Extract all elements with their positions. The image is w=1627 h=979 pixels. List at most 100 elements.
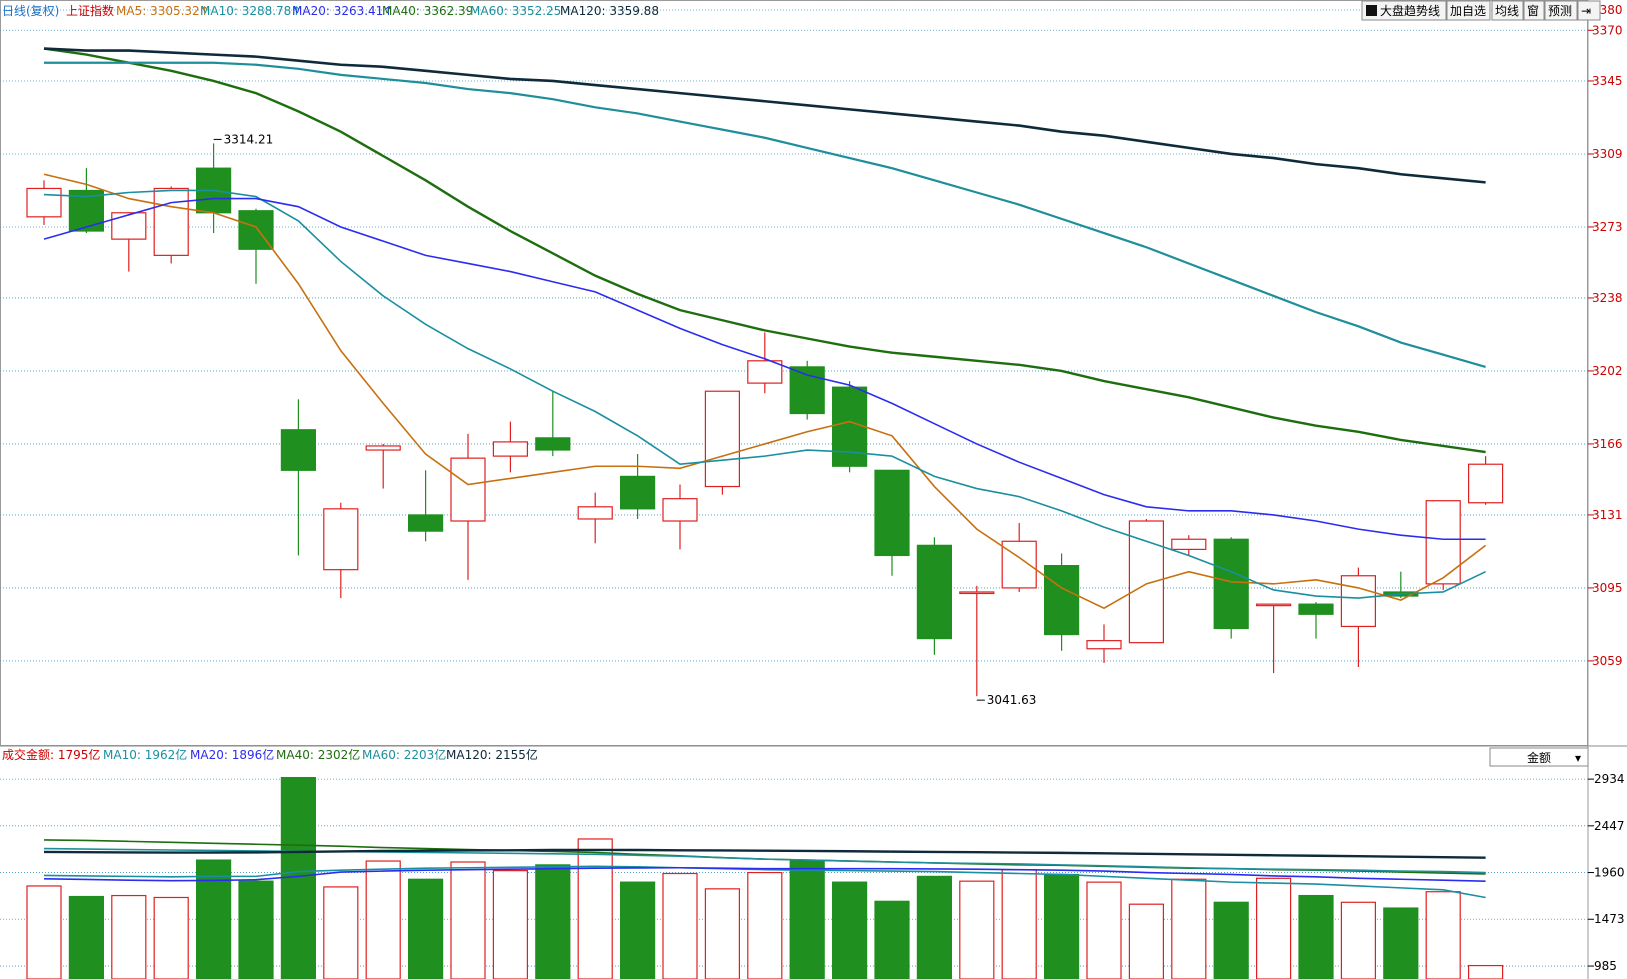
candle-up (704, 390, 741, 495)
volume-legend-ma40: MA40: 2302亿 (276, 747, 360, 762)
candle-down (408, 470, 444, 542)
volume-bar-down (535, 864, 571, 979)
volume-bar-down (68, 895, 105, 979)
add-favorite-label: 加自选 (1450, 4, 1486, 18)
candle-down (238, 208, 274, 284)
candle-down (196, 143, 232, 234)
volume-bar-up (111, 894, 147, 979)
legend-ma40: MA40: 3362.39 (382, 4, 473, 18)
price-tick-label: 3370 (1592, 23, 1623, 37)
volume-bar-up (1086, 881, 1122, 979)
volume-bar-down (1213, 901, 1249, 979)
volume-bar-up (1128, 903, 1165, 979)
candle-body (323, 508, 359, 571)
chevron-down-icon: ▾ (1575, 751, 1581, 765)
ma-button-label: 均线 (1495, 4, 1519, 18)
candle-body (916, 544, 953, 640)
volume-bar-up (1467, 964, 1504, 979)
trend-checkbox-icon (1366, 5, 1377, 16)
volume-bar-down (619, 881, 656, 979)
candle-body (619, 475, 656, 510)
volume-legend-ma60: MA60: 2203亿 (362, 747, 446, 762)
volume-bar-down (238, 880, 274, 979)
exit-icon: ⇥ (1581, 4, 1591, 18)
volume-bar-up (959, 880, 995, 979)
volume-selector-label: 金额 (1527, 750, 1551, 765)
volume-bar-down (280, 776, 316, 979)
legend-ma5: MA5: 3305.32↑ (116, 4, 210, 18)
candle-down (280, 399, 316, 556)
candle-body (662, 498, 698, 522)
candle-body (26, 187, 62, 218)
candle-body (959, 591, 995, 595)
forecast-button-label: 预测 (1548, 4, 1572, 18)
candle-body (153, 187, 189, 256)
volume-bars (26, 776, 1504, 979)
volume-legend-ma20: MA20: 1896亿 (190, 747, 274, 762)
volume-type-selector[interactable]: 金额 ▾ (1489, 747, 1589, 767)
volume-bar-up (365, 860, 401, 979)
volume-bar-down (408, 878, 444, 979)
price-tick-label: 3345 (1592, 74, 1623, 88)
candle-body (365, 445, 401, 451)
ma-button[interactable]: 均线 (1491, 0, 1524, 21)
ma-line-ma120 (43, 47, 1486, 184)
candle-body (1086, 640, 1122, 650)
candle-up (1425, 500, 1461, 590)
trend-line-label: 大盘趋势线 (1380, 3, 1440, 18)
candle-up (1086, 624, 1122, 663)
volume-bar-up (1001, 869, 1037, 979)
price-annotations: 3314.21 3041.63 (213, 132, 1036, 707)
volume-bar-up (1340, 901, 1377, 979)
stock-chart: 3380337033453309327332383202316631313095… (0, 0, 1627, 979)
candle-up (111, 212, 147, 272)
price-tick-label: 3131 (1592, 508, 1623, 522)
volume-bar-up (747, 871, 783, 979)
volume-tick-label: 1960 (1594, 866, 1625, 880)
price-tick-label: 3059 (1592, 654, 1623, 668)
add-favorite-button[interactable]: 加自选 (1446, 0, 1491, 21)
volume-axis-ticks: 2934 2447 1960 1473 985 (1588, 772, 1625, 973)
candle-up (450, 433, 486, 580)
volume-bar-down (916, 875, 953, 979)
candle-body (1255, 603, 1292, 607)
volume-tick-label: 2447 (1594, 819, 1625, 833)
candle-down (535, 391, 571, 457)
volume-bar-down (789, 860, 825, 979)
price-tick-label: 3309 (1592, 147, 1623, 161)
trend-line-button[interactable]: 大盘趋势线 (1361, 0, 1447, 21)
volume-title: 成交金额: 1795亿 (2, 747, 100, 762)
candle-body (1467, 463, 1504, 504)
candle-body (1171, 538, 1207, 550)
volume-bar-up (153, 896, 189, 979)
candle-body (874, 469, 910, 557)
volume-bar-down (1043, 873, 1080, 979)
volume-bar-up (323, 886, 359, 979)
window-button[interactable]: 窗 (1523, 0, 1545, 21)
candle-down (1043, 553, 1080, 651)
volume-bar-up (577, 838, 613, 979)
candle-up (1171, 535, 1207, 556)
candle-body (535, 437, 571, 451)
candle-body (1213, 538, 1249, 630)
candle-down (831, 381, 868, 473)
candle-down (619, 454, 656, 519)
candle-body (450, 457, 486, 522)
exit-button[interactable]: ⇥ (1577, 0, 1601, 21)
volume-bar-up (450, 861, 486, 979)
candle-body (408, 514, 444, 532)
candle-up (365, 443, 401, 489)
forecast-button[interactable]: 预测 (1544, 0, 1578, 21)
period-label[interactable]: 日线(复权) (2, 4, 59, 18)
candle-body (1298, 603, 1334, 615)
legend-ma60: MA60: 3352.25 (470, 4, 561, 18)
volume-legend-ma120: MA120: 2155亿 (446, 747, 538, 762)
candle-body (1043, 565, 1080, 636)
candle-body (1425, 500, 1461, 585)
candle-up (577, 492, 613, 544)
volume-bar-down (196, 859, 232, 979)
price-tick-label: 3166 (1592, 437, 1623, 451)
ma-line-ma10 (43, 189, 1486, 599)
candle-up (1255, 603, 1292, 674)
candle-body (577, 506, 613, 520)
